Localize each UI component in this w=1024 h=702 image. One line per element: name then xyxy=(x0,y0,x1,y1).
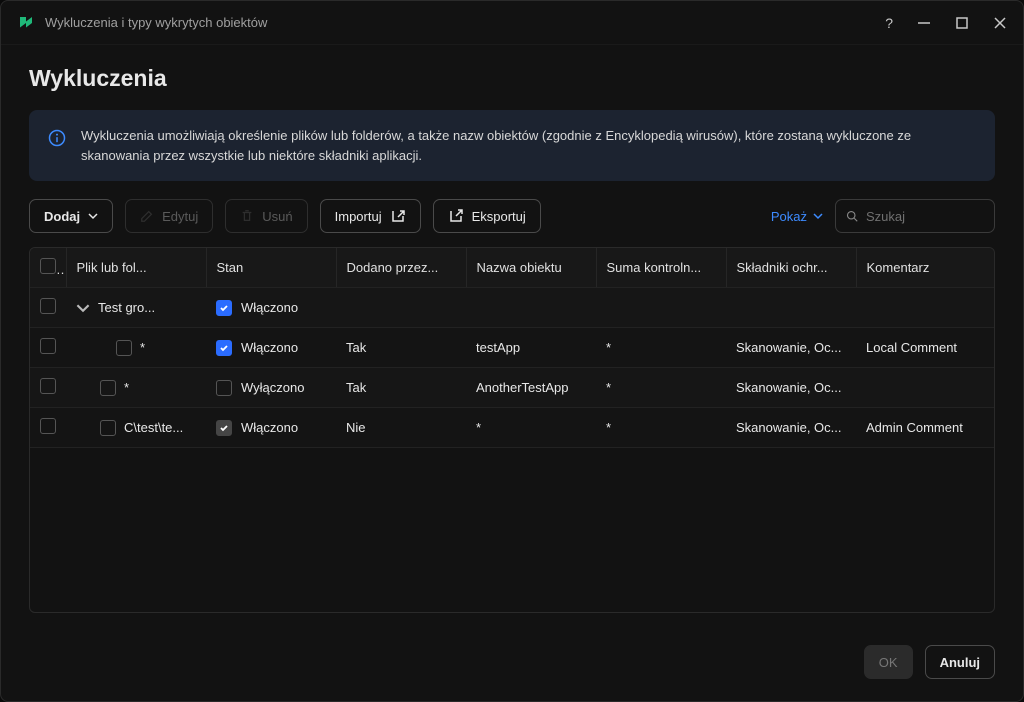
edit-button[interactable]: Edytuj xyxy=(125,199,213,233)
import-label: Importuj xyxy=(335,209,382,224)
col-state[interactable]: Stan xyxy=(206,248,336,288)
state-checkbox[interactable] xyxy=(216,300,232,316)
app-logo-icon xyxy=(17,14,35,32)
import-icon xyxy=(390,208,406,224)
state-checkbox[interactable] xyxy=(216,340,232,356)
window-controls: ? xyxy=(885,15,1007,31)
cell-checksum xyxy=(596,288,726,328)
cell-checksum: * xyxy=(596,408,726,448)
cell-name: AnotherTestApp xyxy=(466,368,596,408)
cancel-button[interactable]: Anuluj xyxy=(925,645,995,679)
row-checkbox[interactable] xyxy=(40,338,56,354)
col-added[interactable]: Dodano przez... xyxy=(336,248,466,288)
search-icon xyxy=(846,209,858,223)
table-header-row: Plik lub fol... Stan Dodano przez... Naz… xyxy=(30,248,994,288)
export-icon xyxy=(448,208,464,224)
row-checkbox[interactable] xyxy=(40,378,56,394)
toolbar: Dodaj Edytuj Usuń Importuj Eksportuj P xyxy=(29,199,995,233)
cell-name xyxy=(466,288,596,328)
page-title: Wykluczenia xyxy=(29,65,995,92)
cell-added xyxy=(336,288,466,328)
state-text: Wyłączono xyxy=(241,380,304,395)
col-checksum[interactable]: Suma kontroln... xyxy=(596,248,726,288)
edit-label: Edytuj xyxy=(162,209,198,224)
col-components[interactable]: Składniki ochr... xyxy=(726,248,856,288)
cell-checksum: * xyxy=(596,368,726,408)
state-text: Włączono xyxy=(241,420,298,435)
state-checkbox[interactable] xyxy=(216,420,232,436)
state-text: Włączono xyxy=(241,340,298,355)
search-input[interactable] xyxy=(866,209,984,224)
cell-comment xyxy=(856,288,994,328)
pencil-icon xyxy=(140,209,154,223)
chevron-down-icon xyxy=(88,211,98,221)
col-file[interactable]: Plik lub fol... xyxy=(66,248,206,288)
help-icon[interactable]: ? xyxy=(885,15,893,31)
row-item-checkbox[interactable] xyxy=(100,420,116,436)
cell-components: Skanowanie, Oc... xyxy=(726,408,856,448)
cell-added: Nie xyxy=(336,408,466,448)
row-item-checkbox[interactable] xyxy=(100,380,116,396)
table-row[interactable]: C\test\te... Włączono Nie**Skanowanie, O… xyxy=(30,408,994,448)
cell-comment xyxy=(856,368,994,408)
info-text: Wykluczenia umożliwiają określenie plikó… xyxy=(81,126,977,165)
cell-name: testApp xyxy=(466,328,596,368)
content-area: Wykluczenia Wykluczenia umożliwiają okre… xyxy=(1,45,1023,629)
add-button[interactable]: Dodaj xyxy=(29,199,113,233)
table-row[interactable]: * Włączono TaktestApp*Skanowanie, Oc...L… xyxy=(30,328,994,368)
row-item-checkbox[interactable] xyxy=(116,340,132,356)
delete-label: Usuń xyxy=(262,209,292,224)
row-checkbox[interactable] xyxy=(40,298,56,314)
table-row[interactable]: * Wyłączono TakAnotherTestApp*Skanowanie… xyxy=(30,368,994,408)
file-path: C\test\te... xyxy=(124,420,183,435)
info-banner: Wykluczenia umożliwiają określenie plikó… xyxy=(29,110,995,181)
cell-name: * xyxy=(466,408,596,448)
chevron-down-icon[interactable] xyxy=(76,301,90,315)
file-path: * xyxy=(124,380,129,395)
cell-added: Tak xyxy=(336,328,466,368)
delete-button[interactable]: Usuń xyxy=(225,199,307,233)
table-row[interactable]: Test gro... Włączono xyxy=(30,288,994,328)
select-all-checkbox[interactable] xyxy=(40,258,56,274)
chevron-down-icon xyxy=(813,211,823,221)
row-checkbox[interactable] xyxy=(40,418,56,434)
add-label: Dodaj xyxy=(44,209,80,224)
maximize-icon[interactable] xyxy=(955,16,969,30)
cell-components: Skanowanie, Oc... xyxy=(726,328,856,368)
info-icon xyxy=(47,128,67,148)
cell-components: Skanowanie, Oc... xyxy=(726,368,856,408)
search-box[interactable] xyxy=(835,199,995,233)
cell-comment: Local Comment xyxy=(856,328,994,368)
file-path: * xyxy=(140,340,145,355)
export-button[interactable]: Eksportuj xyxy=(433,199,541,233)
state-checkbox[interactable] xyxy=(216,380,232,396)
cell-added: Tak xyxy=(336,368,466,408)
minimize-icon[interactable] xyxy=(917,16,931,30)
col-name[interactable]: Nazwa obiektu xyxy=(466,248,596,288)
cell-components xyxy=(726,288,856,328)
state-text: Włączono xyxy=(241,300,298,315)
titlebar: Wykluczenia i typy wykrytych obiektów ? xyxy=(1,1,1023,45)
settings-window: Wykluczenia i typy wykrytych obiektów ? … xyxy=(0,0,1024,702)
window-title: Wykluczenia i typy wykrytych obiektów xyxy=(45,15,885,30)
ok-button[interactable]: OK xyxy=(864,645,913,679)
file-path: Test gro... xyxy=(98,300,155,315)
show-filter[interactable]: Pokaż xyxy=(771,209,823,224)
col-comment[interactable]: Komentarz xyxy=(856,248,994,288)
import-button[interactable]: Importuj xyxy=(320,199,421,233)
dialog-footer: OK Anuluj xyxy=(1,629,1023,701)
trash-icon xyxy=(240,209,254,223)
exclusions-table: Plik lub fol... Stan Dodano przez... Naz… xyxy=(29,247,995,613)
cell-checksum: * xyxy=(596,328,726,368)
close-icon[interactable] xyxy=(993,16,1007,30)
cell-comment: Admin Comment xyxy=(856,408,994,448)
export-label: Eksportuj xyxy=(472,209,526,224)
show-label: Pokaż xyxy=(771,209,807,224)
